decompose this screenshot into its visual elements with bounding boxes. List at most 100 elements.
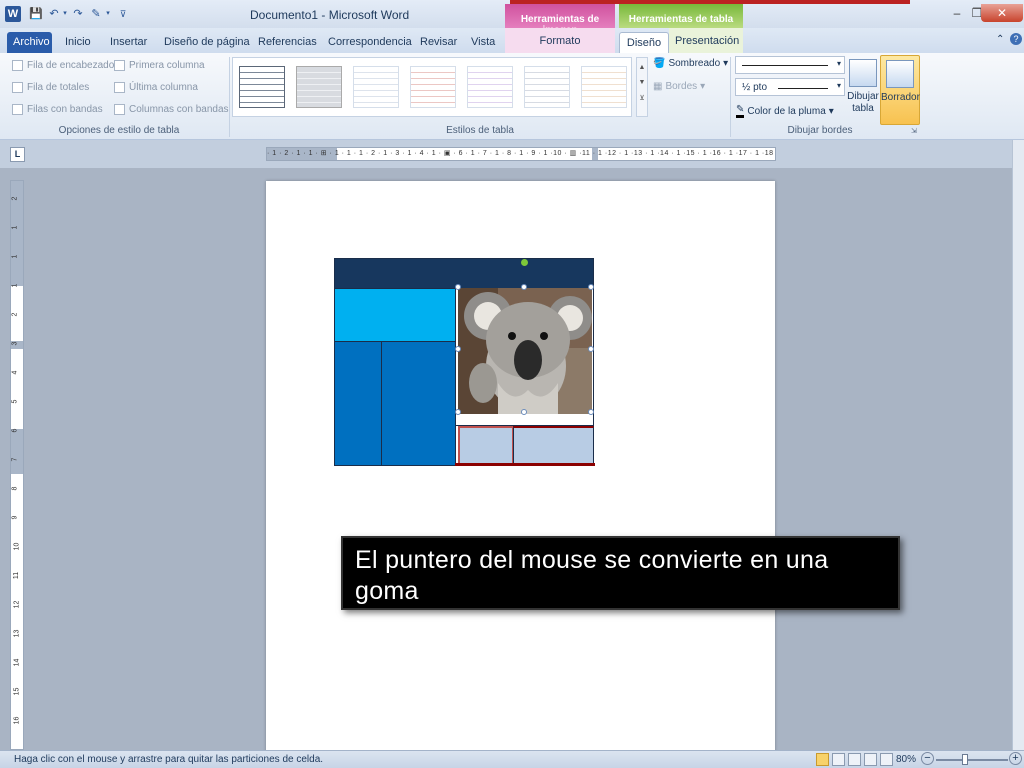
customize-qat-icon[interactable]: ⊽ <box>116 7 130 21</box>
checkbox-columnas-bandas[interactable]: Columnas con bandas <box>114 104 229 115</box>
save-icon[interactable]: 💾 <box>29 7 43 21</box>
tab-insertar[interactable]: Insertar <box>104 32 153 53</box>
vertical-ruler[interactable]: 2 1 1 1 2 3 4 5 6 7 8 9 10 11 12 13 14 15 16 <box>10 180 24 750</box>
view-web-icon[interactable] <box>848 753 861 766</box>
ruler-number: 10 <box>13 542 21 551</box>
tab-archivo[interactable]: Archivo <box>7 32 52 53</box>
view-fullscreen-icon[interactable] <box>832 753 845 766</box>
checkbox-primera-columna[interactable]: Primera columna <box>114 60 205 71</box>
checkbox-fila-totales[interactable]: Fila de totales <box>12 82 89 93</box>
checkbox-filas-bandas[interactable]: Filas con bandas <box>12 104 103 115</box>
resize-handle[interactable] <box>521 284 527 290</box>
tab-referencias[interactable]: Referencias <box>252 32 323 53</box>
chevron-down-icon: ▾ <box>828 105 834 117</box>
gallery-down-icon[interactable]: ▼ <box>637 79 647 86</box>
checkbox-label: Primera columna <box>129 60 205 71</box>
gallery-up-icon[interactable]: ▲ <box>637 64 647 71</box>
table-cell-selected[interactable] <box>458 426 514 466</box>
color-pluma-button[interactable]: ✎ Color de la pluma ▾ <box>736 104 834 118</box>
checkbox-label: Filas con bandas <box>27 104 103 115</box>
checkbox-ultima-columna[interactable]: Última columna <box>114 82 198 93</box>
zoom-slider[interactable] <box>936 759 1008 761</box>
table-style-thumb[interactable] <box>467 66 513 108</box>
resize-handle[interactable] <box>588 346 594 352</box>
checkbox-label: Fila de totales <box>27 82 90 93</box>
pen-weight-line <box>778 88 828 89</box>
close-button[interactable]: ✕ <box>981 4 1023 22</box>
table-cell[interactable] <box>334 288 456 342</box>
word-app-icon[interactable]: W <box>5 6 21 22</box>
zoom-slider-thumb[interactable] <box>962 754 968 765</box>
borrador-label: Borrador <box>881 92 920 103</box>
redo-icon[interactable]: ↷ <box>71 7 85 21</box>
resize-handle[interactable] <box>588 284 594 290</box>
zoom-out-button[interactable]: − <box>921 752 934 765</box>
resize-handle[interactable] <box>455 346 461 352</box>
undo-dropdown-icon[interactable]: ▾ <box>61 7 69 21</box>
dialog-launcher-icon[interactable]: ⇲ <box>911 127 917 135</box>
table-style-thumb[interactable] <box>410 66 456 108</box>
zoom-level[interactable]: 80% <box>896 754 916 765</box>
collapse-ribbon-icon[interactable]: ⌃ <box>996 34 1004 45</box>
dibujar-tabla-button[interactable]: Dibujar tabla <box>845 55 881 125</box>
group-label-estilos: Estilos de tabla <box>446 125 514 136</box>
bordes-button[interactable]: ▦ Bordes ▾ <box>653 81 705 92</box>
sombreado-button[interactable]: 🪣 Sombreado ▾ <box>653 58 728 69</box>
gallery-more-icon[interactable]: ⊻ <box>637 94 647 102</box>
document-title: Documento1 - Microsoft Word <box>250 8 410 22</box>
undo-icon[interactable]: ↶ <box>47 7 61 21</box>
tab-selector[interactable]: L <box>10 147 25 162</box>
table-style-thumb[interactable] <box>296 66 342 108</box>
view-outline-icon[interactable] <box>864 753 877 766</box>
pen-style-select[interactable]: ▾ <box>735 56 845 74</box>
tab-formato[interactable]: Formato <box>505 28 615 53</box>
ruler-number: 6 <box>11 428 19 433</box>
checkbox-box <box>12 82 23 93</box>
table-style-thumb[interactable] <box>353 66 399 108</box>
checkbox-fila-encabezado[interactable]: Fila de encabezado <box>12 60 114 71</box>
tab-diseno-pagina[interactable]: Diseño de página <box>158 32 256 53</box>
tab-vista[interactable]: Vista <box>465 32 501 53</box>
resize-handle[interactable] <box>455 284 461 290</box>
table-cell[interactable] <box>381 341 456 466</box>
koala-image[interactable] <box>458 288 592 414</box>
tab-diseno[interactable]: Diseño <box>619 32 669 53</box>
ruler-number: 1 <box>11 254 19 259</box>
format-painter-dropdown-icon[interactable]: ▾ <box>104 7 112 21</box>
gallery-scroll[interactable]: ▲ ▼ ⊻ <box>636 57 648 117</box>
tab-correspondencia[interactable]: Correspondencia <box>322 32 418 53</box>
resize-handle[interactable] <box>588 409 594 415</box>
ruler-number: 14 <box>13 658 21 667</box>
group-label-opciones: Opciones de estilo de tabla <box>58 125 180 136</box>
pen-icon: ✎ <box>736 104 745 118</box>
vertical-scrollbar[interactable] <box>1012 140 1024 750</box>
chevron-down-icon: ▾ <box>836 81 841 90</box>
help-icon[interactable]: ? <box>1010 33 1022 45</box>
table-cell[interactable] <box>334 258 594 289</box>
horizontal-ruler[interactable]: · 1 · 2 · 1 · 1 · ⊞ · 1 · 1 · 1 · 2 · 1 … <box>266 147 776 161</box>
view-print-layout-icon[interactable] <box>816 753 829 766</box>
borrador-button[interactable]: Borrador <box>880 55 920 125</box>
view-draft-icon[interactable] <box>880 753 893 766</box>
title-bar: W 💾 ↶ ▾ ↷ ✎ ▾ ⊽ Documento1 - Microsoft W… <box>0 0 1024 36</box>
tab-revisar[interactable]: Revisar <box>414 32 463 53</box>
tab-inicio[interactable]: Inicio <box>59 32 97 53</box>
zoom-in-button[interactable]: + <box>1009 752 1022 765</box>
pen-weight-select[interactable]: ½ pto ▾ <box>735 78 845 96</box>
table-cell[interactable] <box>334 341 382 466</box>
ruler-number: 13 <box>13 629 21 638</box>
resize-handle[interactable] <box>521 409 527 415</box>
format-painter-icon[interactable]: ✎ <box>89 7 103 21</box>
ruler-number: 2 <box>11 312 19 317</box>
ruler-number: 1 <box>11 283 19 288</box>
table-cell[interactable] <box>513 426 594 466</box>
rotation-handle[interactable] <box>521 259 528 266</box>
checkbox-box <box>12 104 23 115</box>
table-style-thumb[interactable] <box>524 66 570 108</box>
table-style-thumb[interactable] <box>581 66 627 108</box>
resize-handle[interactable] <box>455 409 461 415</box>
pen-weight-value: ½ pto <box>742 82 768 93</box>
checkbox-box <box>114 60 125 71</box>
tab-presentacion[interactable]: Presentación <box>669 28 743 53</box>
table-style-thumb[interactable] <box>239 66 285 108</box>
